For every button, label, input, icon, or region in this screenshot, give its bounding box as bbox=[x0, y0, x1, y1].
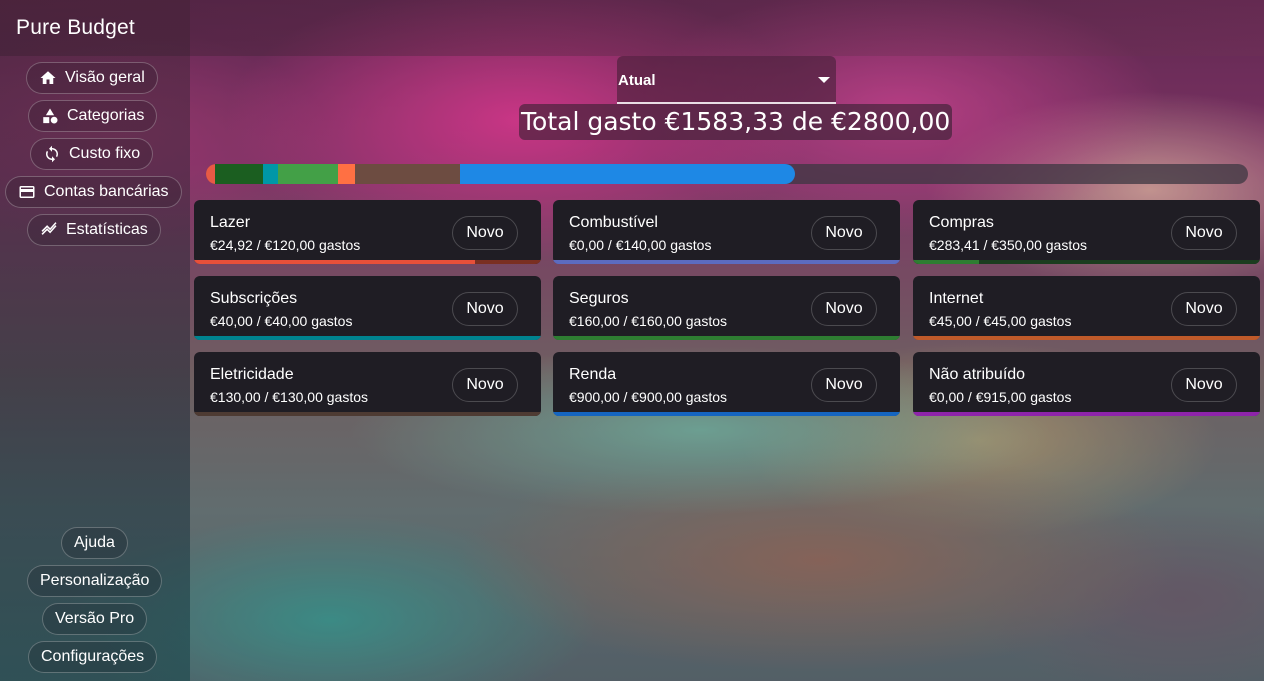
new-transaction-button[interactable]: Novo bbox=[811, 292, 877, 326]
budget-bar-segment bbox=[215, 164, 263, 184]
budget-bar-segment bbox=[263, 164, 278, 184]
category-name: Seguros bbox=[569, 290, 629, 307]
category-name: Compras bbox=[929, 214, 994, 231]
category-card[interactable]: Combustível €0,00 / €140,00 gastos Novo bbox=[553, 200, 900, 264]
category-card[interactable]: Não atribuído €0,00 / €915,00 gastos Novo bbox=[913, 352, 1260, 416]
category-progress-fill bbox=[553, 336, 900, 340]
category-card[interactable]: Subscrições €40,00 / €40,00 gastos Novo bbox=[194, 276, 541, 340]
category-progress-fill bbox=[553, 260, 900, 264]
period-select-value: Atual bbox=[618, 72, 656, 89]
total-spent-heading: Total gasto €1583,33 de €2800,00 bbox=[519, 104, 953, 140]
category-progress-fill bbox=[553, 412, 900, 416]
budget-bar-segment bbox=[278, 164, 338, 184]
settings-button[interactable]: Configurações bbox=[28, 641, 158, 673]
nav-fixed-cost-button[interactable]: Custo fixo bbox=[30, 138, 154, 170]
category-name: Renda bbox=[569, 366, 617, 383]
category-progress-fill bbox=[194, 336, 541, 340]
wallet-icon bbox=[19, 186, 35, 198]
category-card[interactable]: Seguros €160,00 / €160,00 gastos Novo bbox=[553, 276, 900, 340]
budget-bar-segment bbox=[355, 164, 460, 184]
chart-icon bbox=[41, 222, 57, 235]
category-amount: €130,00 / €130,00 gastos bbox=[210, 389, 369, 405]
category-card[interactable]: Renda €900,00 / €900,00 gastos Novo bbox=[553, 352, 900, 416]
category-card[interactable]: Compras €283,41 / €350,00 gastos Novo bbox=[913, 200, 1260, 264]
budget-bar-segment bbox=[460, 164, 795, 184]
new-transaction-button[interactable]: Novo bbox=[452, 368, 518, 402]
category-progress-fill bbox=[913, 336, 1260, 340]
category-progress-fill bbox=[913, 412, 1260, 416]
category-progress-fill bbox=[194, 412, 541, 416]
category-name: Lazer bbox=[210, 214, 251, 231]
nav-bank-accounts-label: Contas bancárias bbox=[44, 183, 169, 200]
category-card[interactable]: Eletricidade €130,00 / €130,00 gastos Novo bbox=[194, 352, 541, 416]
home-icon bbox=[40, 71, 56, 84]
category-name: Eletricidade bbox=[210, 366, 294, 383]
new-transaction-button[interactable]: Novo bbox=[1171, 368, 1237, 402]
pro-version-button[interactable]: Versão Pro bbox=[42, 603, 148, 635]
period-select[interactable]: Atual bbox=[617, 56, 836, 104]
nav-statistics-label: Estatísticas bbox=[66, 221, 148, 238]
new-transaction-button[interactable]: Novo bbox=[811, 368, 877, 402]
personalization-button[interactable]: Personalização bbox=[27, 565, 163, 597]
category-amount: €160,00 / €160,00 gastos bbox=[569, 313, 728, 329]
new-transaction-button[interactable]: Novo bbox=[452, 216, 518, 250]
nav-categories-button[interactable]: Categorias bbox=[28, 100, 158, 132]
new-transaction-button[interactable]: Novo bbox=[452, 292, 518, 326]
new-transaction-button[interactable]: Novo bbox=[811, 216, 877, 250]
budget-bar-segment bbox=[338, 164, 355, 184]
category-progress-fill bbox=[194, 260, 476, 264]
budget-progress-bar bbox=[206, 164, 1248, 184]
new-transaction-button[interactable]: Novo bbox=[1171, 216, 1237, 250]
app-title: Pure Budget bbox=[16, 16, 135, 39]
nav-bank-accounts-button[interactable]: Contas bancárias bbox=[5, 176, 182, 208]
category-amount: €900,00 / €900,00 gastos bbox=[569, 389, 728, 405]
category-card[interactable]: Internet €45,00 / €45,00 gastos Novo bbox=[913, 276, 1260, 340]
category-amount: €24,92 / €120,00 gastos bbox=[210, 237, 361, 253]
category-name: Internet bbox=[929, 290, 984, 307]
nav-statistics-button[interactable]: Estatísticas bbox=[27, 214, 161, 246]
category-card[interactable]: Lazer €24,92 / €120,00 gastos Novo bbox=[194, 200, 541, 264]
category-progress-fill bbox=[913, 260, 979, 264]
shapes-icon bbox=[43, 108, 58, 124]
nav-overview-button[interactable]: Visão geral bbox=[26, 62, 158, 94]
caret-down-icon bbox=[818, 77, 830, 83]
new-transaction-button[interactable]: Novo bbox=[1171, 292, 1237, 326]
category-amount: €45,00 / €45,00 gastos bbox=[929, 313, 1072, 329]
category-name: Não atribuído bbox=[929, 366, 1026, 383]
budget-bar-segment bbox=[206, 164, 215, 184]
category-name: Combustível bbox=[569, 214, 658, 231]
category-amount: €283,41 / €350,00 gastos bbox=[929, 237, 1088, 253]
category-amount: €0,00 / €140,00 gastos bbox=[569, 237, 712, 253]
category-name: Subscrições bbox=[210, 290, 298, 307]
category-amount: €40,00 / €40,00 gastos bbox=[210, 313, 353, 329]
help-button[interactable]: Ajuda bbox=[61, 527, 128, 559]
category-amount: €0,00 / €915,00 gastos bbox=[929, 389, 1072, 405]
repeat-icon bbox=[46, 145, 58, 163]
nav-overview-label: Visão geral bbox=[65, 69, 145, 86]
nav-categories-label: Categorias bbox=[67, 107, 145, 124]
nav-fixed-cost-label: Custo fixo bbox=[69, 145, 141, 162]
